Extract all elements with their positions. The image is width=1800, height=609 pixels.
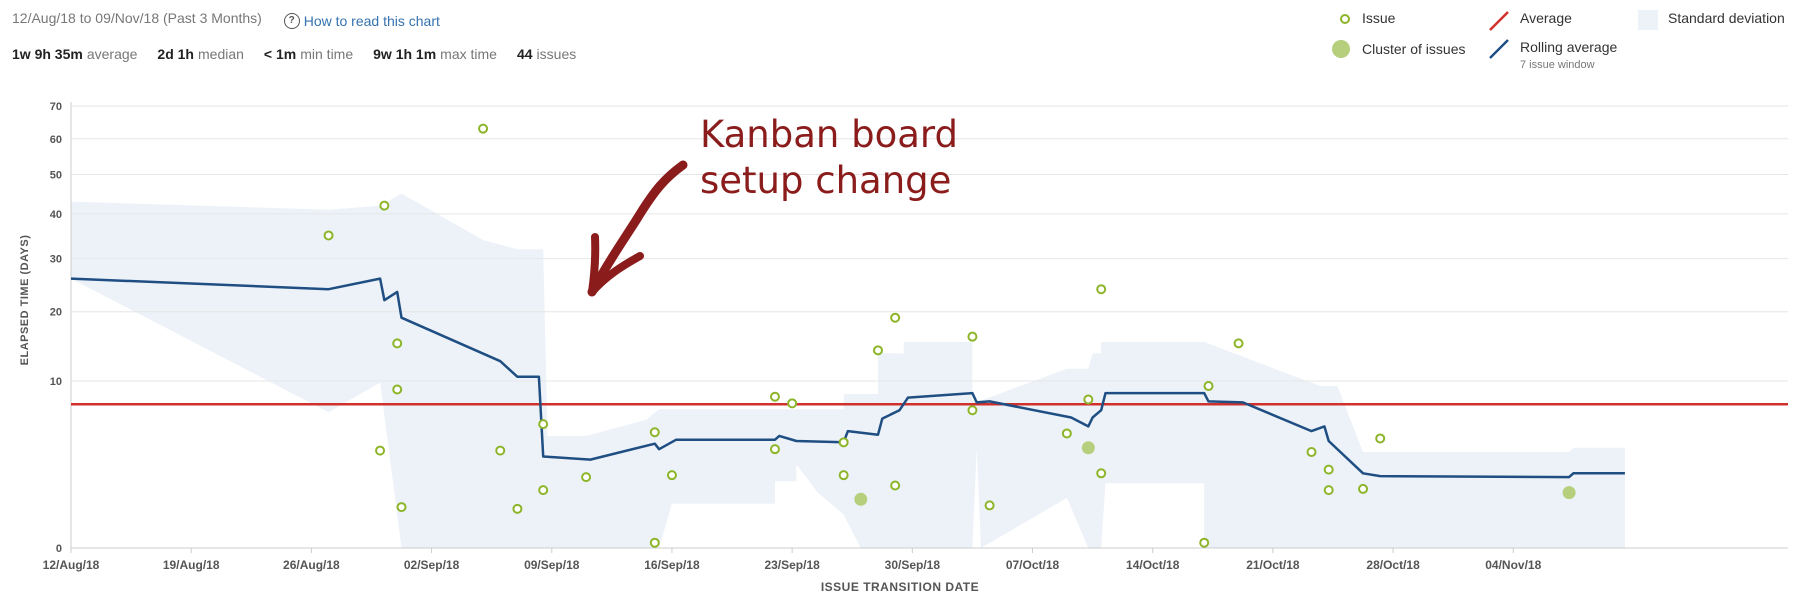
x-tick-label: 14/Oct/18	[1126, 558, 1180, 572]
issue-point[interactable]	[769, 391, 780, 402]
std-dev-layer	[71, 193, 1625, 548]
x-tick-label: 07/Oct/18	[1006, 558, 1060, 572]
issue-point[interactable]	[323, 230, 334, 241]
issue-point[interactable]	[379, 200, 390, 211]
issue-point[interactable]	[392, 384, 403, 395]
y-tick-label: 30	[50, 254, 62, 266]
issue-point[interactable]	[666, 470, 677, 481]
issue-point[interactable]	[838, 437, 849, 448]
cluster-point[interactable]	[854, 492, 868, 506]
issue-point[interactable]	[984, 500, 995, 511]
x-tick-label: 09/Sep/18	[524, 558, 580, 572]
annotation-line-1: Kanban board	[700, 113, 958, 156]
issue-point[interactable]	[1061, 428, 1072, 439]
issue-point[interactable]	[1306, 447, 1317, 458]
control-chart[interactable]: 0 10 20 30 40 50 60 70 12/Aug/18 19/Aug/18 26/Aug/…	[0, 0, 1800, 609]
issue-point[interactable]	[890, 480, 901, 491]
cluster-point[interactable]	[1562, 486, 1576, 500]
kanban-annotation: Kanban board setup change	[700, 112, 958, 205]
x-axis-label: ISSUE TRANSITION DATE	[820, 580, 980, 594]
y-tick-label: 70	[50, 101, 62, 113]
issue-point[interactable]	[538, 485, 549, 496]
issue-point[interactable]	[1358, 483, 1369, 494]
std-dev-band	[71, 193, 1625, 548]
issue-point[interactable]	[375, 445, 386, 456]
y-tick-label: 50	[50, 169, 62, 181]
issue-point[interactable]	[967, 405, 978, 416]
x-tick-label: 28/Oct/18	[1366, 558, 1420, 572]
issue-point[interactable]	[581, 472, 592, 483]
issue-point[interactable]	[1203, 381, 1214, 392]
x-tick-label: 19/Aug/18	[163, 558, 220, 572]
y-tick-label: 40	[50, 209, 62, 221]
issue-point[interactable]	[538, 419, 549, 430]
issue-point[interactable]	[890, 312, 901, 323]
x-tick-label: 26/Aug/18	[283, 558, 340, 572]
issue-point[interactable]	[649, 537, 660, 548]
issue-point[interactable]	[1083, 394, 1094, 405]
issue-point[interactable]	[1233, 338, 1244, 349]
issue-point[interactable]	[787, 398, 798, 409]
issue-point[interactable]	[478, 123, 489, 134]
issue-point[interactable]	[1323, 464, 1334, 475]
x-tick-label: 02/Sep/18	[404, 558, 460, 572]
x-tick-label: 21/Oct/18	[1246, 558, 1300, 572]
x-tick-label: 30/Sep/18	[885, 558, 941, 572]
issue-point[interactable]	[396, 502, 407, 513]
issue-point[interactable]	[495, 445, 506, 456]
y-tick-label: 10	[50, 376, 62, 388]
y-tick-label: 60	[50, 134, 62, 146]
issue-point[interactable]	[649, 427, 660, 438]
issue-point[interactable]	[1375, 433, 1386, 444]
issue-point[interactable]	[967, 331, 978, 342]
issue-point[interactable]	[838, 470, 849, 481]
issue-point[interactable]	[872, 345, 883, 356]
issue-point[interactable]	[1199, 537, 1210, 548]
y-tick-label: 20	[50, 307, 62, 319]
cluster-point[interactable]	[1081, 441, 1095, 455]
issue-point[interactable]	[512, 503, 523, 514]
issue-point[interactable]	[392, 338, 403, 349]
x-tick-label: 12/Aug/18	[43, 558, 100, 572]
issue-point[interactable]	[769, 444, 780, 455]
issue-point[interactable]	[1096, 284, 1107, 295]
x-tick-label: 04/Nov/18	[1485, 558, 1541, 572]
annotation-line-2: setup change	[700, 159, 952, 203]
issue-point[interactable]	[1323, 485, 1334, 496]
issue-point[interactable]	[1096, 468, 1107, 479]
y-tick-label: 0	[56, 543, 62, 555]
y-axis-label: ELAPSED TIME (DAYS)	[19, 234, 32, 366]
x-tick-label: 16/Sep/18	[644, 558, 700, 572]
annotation-arrow	[587, 160, 688, 297]
x-tick-label: 23/Sep/18	[764, 558, 820, 572]
